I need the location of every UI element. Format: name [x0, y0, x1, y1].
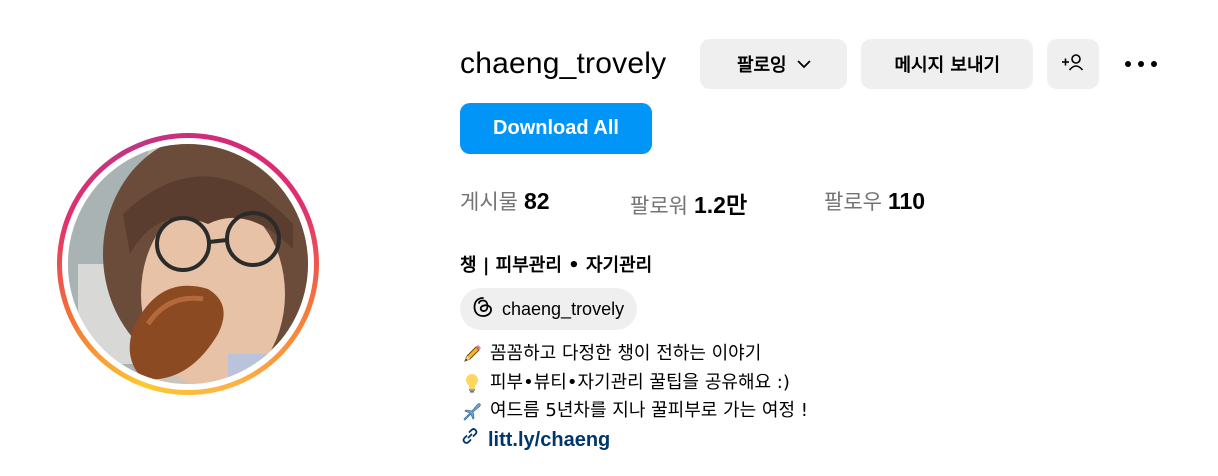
bio-line: 꼼꼼하고 다정한 챙이 전하는 이야기 — [460, 340, 808, 369]
bio-text-1: 꼼꼼하고 다정한 챙이 전하는 이야기 — [490, 343, 762, 364]
lightbulb-icon — [460, 371, 484, 395]
airplane-icon — [460, 399, 484, 423]
following-label: 팔로잉 — [736, 55, 787, 76]
bio: 꼼꼼하고 다정한 챙이 전하는 이야기 피부•뷰티•자기관리 꿀팁을 공유해요 … — [460, 340, 808, 455]
avatar[interactable] — [68, 144, 308, 384]
pencil-icon — [460, 342, 484, 366]
threads-handle: chaeng_trovely — [502, 298, 625, 319]
chevron-down-icon — [796, 59, 811, 69]
bio-text-2: 피부•뷰티•자기관리 꿀팁을 공유해요 :) — [490, 371, 790, 393]
following-count[interactable]: 팔로우 110 — [824, 186, 925, 220]
suggested-users-button[interactable] — [1047, 39, 1100, 89]
posts-label: 게시물 — [460, 190, 518, 214]
more-options-icon[interactable] — [1121, 44, 1161, 84]
followers-label: 팔로워 — [630, 194, 688, 218]
threads-badge[interactable]: chaeng_trovely — [460, 288, 638, 330]
posts-value: 82 — [523, 188, 550, 214]
bio-text-3: 여드름 5년차를 지나 꿀피부로 가는 여정 ! — [490, 400, 808, 421]
followers-value: 1.2만 — [693, 192, 748, 218]
bio-line: 피부•뷰티•자기관리 꿀팁을 공유해요 :) — [460, 369, 808, 398]
bio-link[interactable]: litt.ly/chaeng — [460, 426, 808, 456]
full-name: 챙 | 피부관리 • 자기관리 — [460, 255, 653, 276]
username: chaeng_trovely — [460, 47, 667, 80]
link-icon — [460, 426, 480, 456]
profile-photo — [68, 144, 308, 384]
send-message-button[interactable]: 메시지 보내기 — [861, 39, 1034, 89]
following-value: 110 — [887, 188, 926, 214]
add-user-icon — [1061, 52, 1085, 77]
story-ring[interactable] — [57, 133, 319, 395]
bio-line: 여드름 5년차를 지나 꿀피부로 가는 여정 ! — [460, 397, 808, 426]
download-all-button[interactable]: Download All — [460, 103, 652, 154]
threads-icon — [472, 296, 494, 323]
following-button[interactable]: 팔로잉 — [700, 39, 848, 89]
posts-count[interactable]: 게시물 82 — [460, 186, 630, 220]
profile-stats: 게시물 82 팔로워 1.2만 팔로우 110 — [460, 186, 925, 220]
following-label: 팔로우 — [824, 190, 882, 214]
followers-count[interactable]: 팔로워 1.2만 — [630, 186, 824, 220]
profile-header: chaeng_trovely 팔로잉 메시지 보내기 — [460, 38, 1161, 90]
bio-link-text[interactable]: litt.ly/chaeng — [488, 426, 610, 455]
avatar-border — [62, 138, 314, 390]
send-message-label: 메시지 보내기 — [894, 55, 1001, 76]
